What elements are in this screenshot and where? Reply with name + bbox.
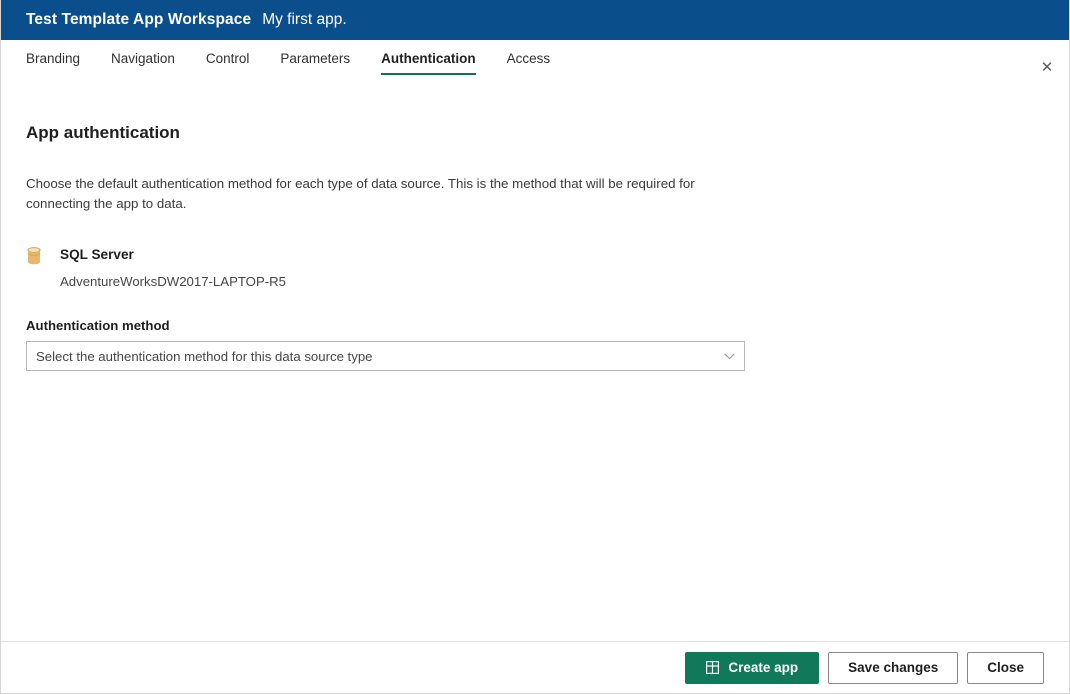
data-source-connection: AdventureWorksDW2017-LAPTOP-R5	[60, 273, 286, 290]
close-button[interactable]: Close	[967, 652, 1044, 684]
create-app-button[interactable]: Create app	[685, 652, 819, 684]
auth-method-label: Authentication method	[26, 318, 1044, 333]
tab-branding[interactable]: Branding	[26, 48, 80, 75]
app-grid-icon	[706, 661, 719, 674]
data-source-text: SQL Server AdventureWorksDW2017-LAPTOP-R…	[60, 246, 286, 290]
tab-parameters[interactable]: Parameters	[280, 48, 350, 75]
chevron-down-icon	[714, 353, 744, 360]
tab-control[interactable]: Control	[206, 48, 250, 75]
auth-method-dropdown[interactable]: Select the authentication method for thi…	[26, 341, 745, 371]
data-source-name: SQL Server	[60, 246, 286, 263]
tab-access[interactable]: Access	[507, 48, 551, 75]
main-content: App authentication Choose the default au…	[1, 123, 1069, 371]
tab-bar: Branding Navigation Control Parameters A…	[1, 40, 1069, 80]
page-title: App authentication	[26, 123, 1044, 143]
close-icon[interactable]: ✕	[1034, 54, 1060, 80]
data-source-item: SQL Server AdventureWorksDW2017-LAPTOP-R…	[26, 246, 1044, 290]
page-description: Choose the default authentication method…	[26, 174, 741, 213]
save-changes-button[interactable]: Save changes	[828, 652, 958, 684]
app-name-title: My first app.	[262, 11, 346, 29]
create-app-label: Create app	[728, 660, 798, 675]
database-icon	[26, 247, 42, 265]
tab-navigation[interactable]: Navigation	[111, 48, 175, 75]
title-bar: Test Template App Workspace My first app…	[1, 0, 1069, 40]
workspace-title: Test Template App Workspace	[26, 11, 251, 29]
app-authentication-dialog: Test Template App Workspace My first app…	[0, 0, 1070, 694]
tab-authentication[interactable]: Authentication	[381, 48, 476, 75]
auth-method-value: Select the authentication method for thi…	[27, 349, 714, 364]
dialog-footer: Create app Save changes Close	[1, 641, 1069, 693]
